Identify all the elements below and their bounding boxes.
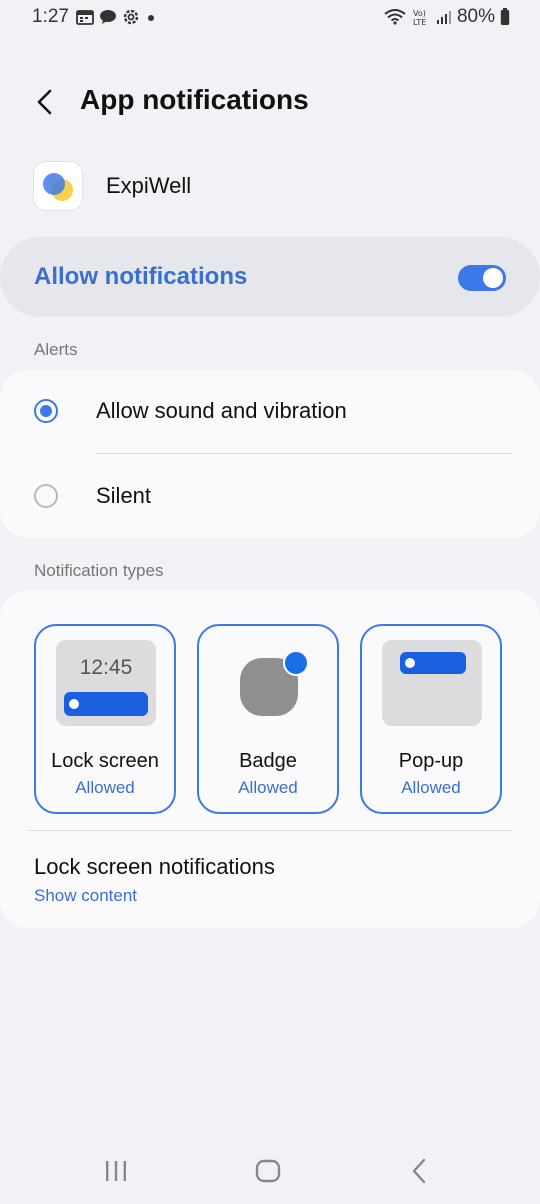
pop-up-preview-icon (382, 640, 482, 726)
alert-option-label: Silent (96, 483, 152, 508)
status-bar: 1:27 Vo) LTE 80% (0, 0, 540, 36)
settings-icon (122, 8, 140, 26)
alert-option-sound[interactable]: Allow sound and vibration (0, 373, 540, 451)
wifi-icon (384, 9, 406, 25)
app-bar: App notifications (0, 70, 540, 136)
svg-text:Vo): Vo) (413, 9, 426, 18)
lock-screen-preview-icon: 12:45 (56, 640, 156, 726)
tile-name: Lock screen (51, 750, 159, 772)
back-chevron-icon[interactable] (28, 84, 64, 120)
status-left-icons (76, 8, 157, 26)
divider (28, 830, 512, 831)
tile-name: Pop-up (398, 750, 464, 772)
dot-icon (145, 9, 157, 25)
app-info-row: ExpiWell (34, 160, 191, 212)
status-time: 1:27 (32, 6, 69, 27)
lock-screen-notifications-value: Show content (34, 886, 138, 905)
lock-screen-notifications-title: Lock screen notifications (34, 854, 275, 879)
badge-preview-icon (219, 640, 319, 726)
alerts-section-label: Alerts (34, 340, 78, 359)
preview-time: 12:45 (79, 656, 133, 679)
preview-pop-up-bar (400, 652, 466, 674)
app-logo-icon (34, 162, 82, 210)
page-title: App notifications (80, 84, 309, 115)
alert-option-label: Allow sound and vibration (96, 398, 347, 423)
tile-status: Allowed (401, 778, 461, 797)
battery-icon (500, 8, 510, 26)
tile-lock-screen[interactable]: 12:45 Lock screen Allowed (34, 624, 176, 814)
back-icon[interactable] (405, 1158, 435, 1189)
allow-notifications-label: Allow notifications (34, 263, 248, 290)
lock-screen-notifications-row[interactable]: Lock screen notifications Show content (0, 840, 540, 920)
recent-apps-icon[interactable] (100, 1158, 132, 1189)
allow-notifications-row[interactable]: Allow notifications (0, 237, 540, 317)
tile-status: Allowed (75, 778, 135, 797)
preview-notification-bar (64, 692, 148, 716)
status-right: Vo) LTE 80% (384, 6, 510, 28)
toggle-knob (483, 268, 503, 288)
tile-pop-up[interactable]: Pop-up Allowed (360, 624, 502, 814)
radio-selected[interactable] (34, 399, 58, 423)
divider (96, 453, 512, 454)
signal-icon (436, 9, 452, 25)
volte-icon: Vo) LTE (411, 8, 431, 26)
tile-name: Badge (239, 750, 297, 772)
notification-types-card: 12:45 Lock screen Allowed Badge Allowed … (0, 590, 540, 928)
battery-percent: 80% (456, 6, 495, 27)
tile-badge[interactable]: Badge Allowed (197, 624, 339, 814)
tile-status: Allowed (238, 778, 298, 797)
calendar-icon (76, 9, 94, 25)
notification-types-section-label: Notification types (34, 561, 164, 580)
alert-option-silent[interactable]: Silent (0, 458, 540, 536)
alerts-card: Allow sound and vibration Silent (0, 370, 540, 538)
chat-icon (99, 9, 117, 25)
app-name: ExpiWell (106, 173, 192, 198)
svg-text:LTE: LTE (413, 18, 426, 26)
home-icon[interactable] (253, 1158, 283, 1189)
allow-notifications-toggle[interactable] (458, 265, 506, 291)
radio-unselected[interactable] (34, 484, 58, 508)
navigation-bar (0, 1140, 540, 1204)
